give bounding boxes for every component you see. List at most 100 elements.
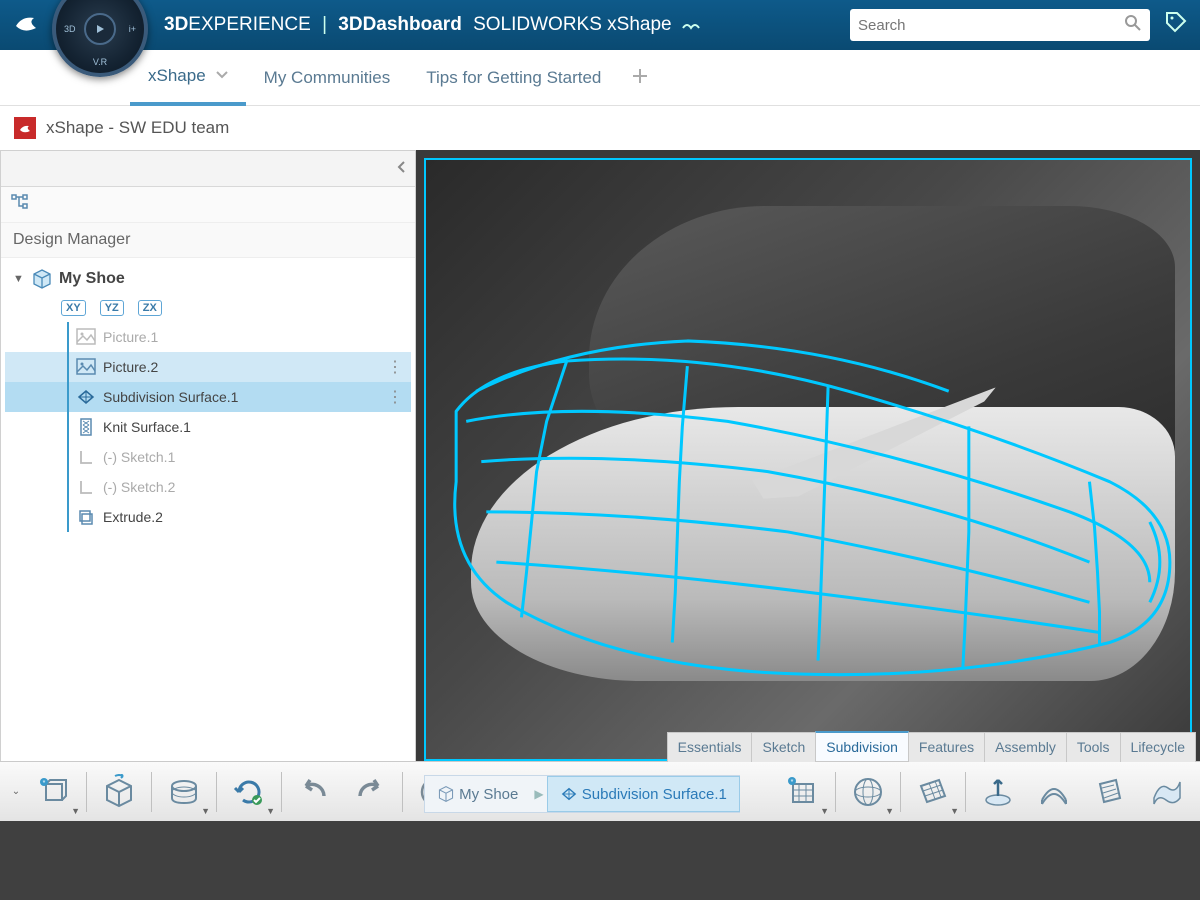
panel-toolbar xyxy=(1,187,415,223)
tab-features[interactable]: Features xyxy=(908,732,985,762)
search-icon[interactable] xyxy=(1124,14,1142,37)
top-header: Y V.R 3D i+ 3DEXPERIENCE | 3DDashboard S… xyxy=(0,0,1200,50)
tree-item-label: Knit Surface.1 xyxy=(103,419,191,435)
tab-tips[interactable]: Tips for Getting Started xyxy=(408,50,619,106)
viewport[interactable]: My Shoe ▶ Subdivision Surface.1 xyxy=(416,150,1200,821)
tab-label: xShape xyxy=(148,66,206,86)
extrude-tool-button[interactable] xyxy=(970,766,1026,818)
primitive-box-button[interactable]: * ▼ xyxy=(775,766,831,818)
command-tab-strip: Essentials Sketch Subdivision Features A… xyxy=(668,732,1196,762)
tab-label: Tools xyxy=(1077,739,1110,755)
workspace-title: xShape - SW EDU team xyxy=(46,118,229,138)
tree-view-icon[interactable] xyxy=(11,193,29,216)
primitive-sphere-button[interactable]: ▼ xyxy=(840,766,896,818)
breadcrumb-current[interactable]: Subdivision Surface.1 xyxy=(547,776,740,812)
tab-label: My Communities xyxy=(264,68,391,88)
new-part-button[interactable]: * ▼ xyxy=(26,766,82,818)
open-button[interactable] xyxy=(91,766,147,818)
breadcrumb-root[interactable]: My Shoe xyxy=(425,776,530,812)
picture-icon xyxy=(75,356,97,378)
update-button[interactable]: ▼ xyxy=(221,766,277,818)
collapse-panel-icon[interactable] xyxy=(397,160,407,177)
plane-zx[interactable]: ZX xyxy=(138,300,162,316)
compass-widget[interactable]: Y V.R 3D i+ xyxy=(52,0,148,77)
tree-item-picture2[interactable]: Picture.2 ⋮ xyxy=(5,352,411,382)
tab-label: Lifecycle xyxy=(1131,739,1185,755)
tag-icon[interactable] xyxy=(1164,10,1188,40)
knit-surface-icon xyxy=(75,416,97,438)
sketch-icon xyxy=(75,446,97,468)
item-menu-icon[interactable]: ⋮ xyxy=(387,387,403,407)
bend-tool-button[interactable] xyxy=(1026,766,1082,818)
tree-item-subdiv[interactable]: Subdivision Surface.1 ⋮ xyxy=(5,382,411,412)
tab-label: Features xyxy=(919,739,974,755)
plane-xy[interactable]: XY xyxy=(61,300,86,316)
tab-label: Essentials xyxy=(678,739,742,755)
workspace-title-row: xShape - SW EDU team xyxy=(0,106,1200,150)
brand-title: 3DEXPERIENCE | 3DDashboard SOLIDWORKS xS… xyxy=(164,14,672,36)
main-area: Design Manager ▼ My Shoe XY YZ ZX Pictur… xyxy=(0,150,1200,821)
save-button[interactable]: ▼ xyxy=(156,766,212,818)
tab-essentials[interactable]: Essentials xyxy=(667,732,753,762)
viewport-canvas[interactable] xyxy=(424,158,1192,761)
tree-item-label: Picture.2 xyxy=(103,359,158,375)
svg-text:*: * xyxy=(43,780,46,787)
ds-logo-icon xyxy=(12,8,40,43)
toolbar-expand-icon[interactable]: ⌄ xyxy=(6,766,26,818)
tab-sketch[interactable]: Sketch xyxy=(751,732,816,762)
brand-main: EXPERIENCE xyxy=(188,14,310,35)
tree-item-extrude[interactable]: Extrude.2 xyxy=(5,502,411,532)
tab-subdivision[interactable]: Subdivision xyxy=(815,731,909,761)
tree-item-label: (-) Sketch.2 xyxy=(103,479,175,495)
subdivision-icon xyxy=(75,386,97,408)
tab-communities[interactable]: My Communities xyxy=(246,50,409,106)
grid-button[interactable]: ▼ xyxy=(905,766,961,818)
plane-row: XY YZ ZX xyxy=(5,300,411,316)
tab-strip: xShape My Communities Tips for Getting S… xyxy=(0,50,1200,106)
tree-item-label: Picture.1 xyxy=(103,329,158,345)
search-input[interactable] xyxy=(858,17,1124,34)
tab-lifecycle[interactable]: Lifecycle xyxy=(1120,732,1196,762)
extrude-icon xyxy=(75,506,97,528)
design-manager-panel: Design Manager ▼ My Shoe XY YZ ZX Pictur… xyxy=(0,150,416,821)
tree-item-label: (-) Sketch.1 xyxy=(103,449,175,465)
app-switcher-chevron-icon[interactable] xyxy=(682,17,700,33)
brand-dashboard: 3DDashboard xyxy=(338,14,462,35)
surface-tool-button[interactable] xyxy=(1138,766,1194,818)
tree-root-label: My Shoe xyxy=(59,270,125,288)
tree-item-label: Extrude.2 xyxy=(103,509,163,525)
chevron-down-icon[interactable] xyxy=(216,70,228,82)
item-menu-icon[interactable]: ⋮ xyxy=(387,357,403,377)
subdivision-icon xyxy=(560,786,578,802)
breadcrumb-root-label: My Shoe xyxy=(459,786,518,803)
compass-west-label: 3D xyxy=(64,24,76,34)
breadcrumb: My Shoe ▶ Subdivision Surface.1 xyxy=(424,775,740,813)
tree-item-sketch1[interactable]: (-) Sketch.1 xyxy=(5,442,411,472)
ds-badge-icon xyxy=(14,117,36,139)
caret-down-icon[interactable]: ▼ xyxy=(13,273,31,285)
undo-button[interactable] xyxy=(286,766,342,818)
tab-tools[interactable]: Tools xyxy=(1066,732,1121,762)
part-icon xyxy=(437,785,455,803)
tree-item-knit[interactable]: Knit Surface.1 xyxy=(5,412,411,442)
app-name: SOLIDWORKS xShape xyxy=(473,14,672,35)
tree-item-picture1[interactable]: Picture.1 xyxy=(5,322,411,352)
plane-yz[interactable]: YZ xyxy=(100,300,124,316)
face-tool-button[interactable] xyxy=(1082,766,1138,818)
reference-image xyxy=(457,196,1190,723)
redo-button[interactable] xyxy=(342,766,398,818)
compass-north-label: Y xyxy=(97,0,103,1)
compass-play-icon[interactable] xyxy=(84,13,116,45)
tree-root[interactable]: ▼ My Shoe xyxy=(5,264,411,294)
sketch-icon xyxy=(75,476,97,498)
search-box[interactable] xyxy=(850,9,1150,41)
tree-item-sketch2[interactable]: (-) Sketch.2 xyxy=(5,472,411,502)
picture-icon xyxy=(75,326,97,348)
tab-label: Subdivision xyxy=(826,739,898,755)
breadcrumb-current-label: Subdivision Surface.1 xyxy=(582,786,727,803)
svg-text:*: * xyxy=(791,779,794,786)
chevron-right-icon: ▶ xyxy=(530,787,547,801)
tab-assembly[interactable]: Assembly xyxy=(984,732,1067,762)
add-tab-button[interactable] xyxy=(619,65,661,91)
tab-label: Assembly xyxy=(995,739,1056,755)
